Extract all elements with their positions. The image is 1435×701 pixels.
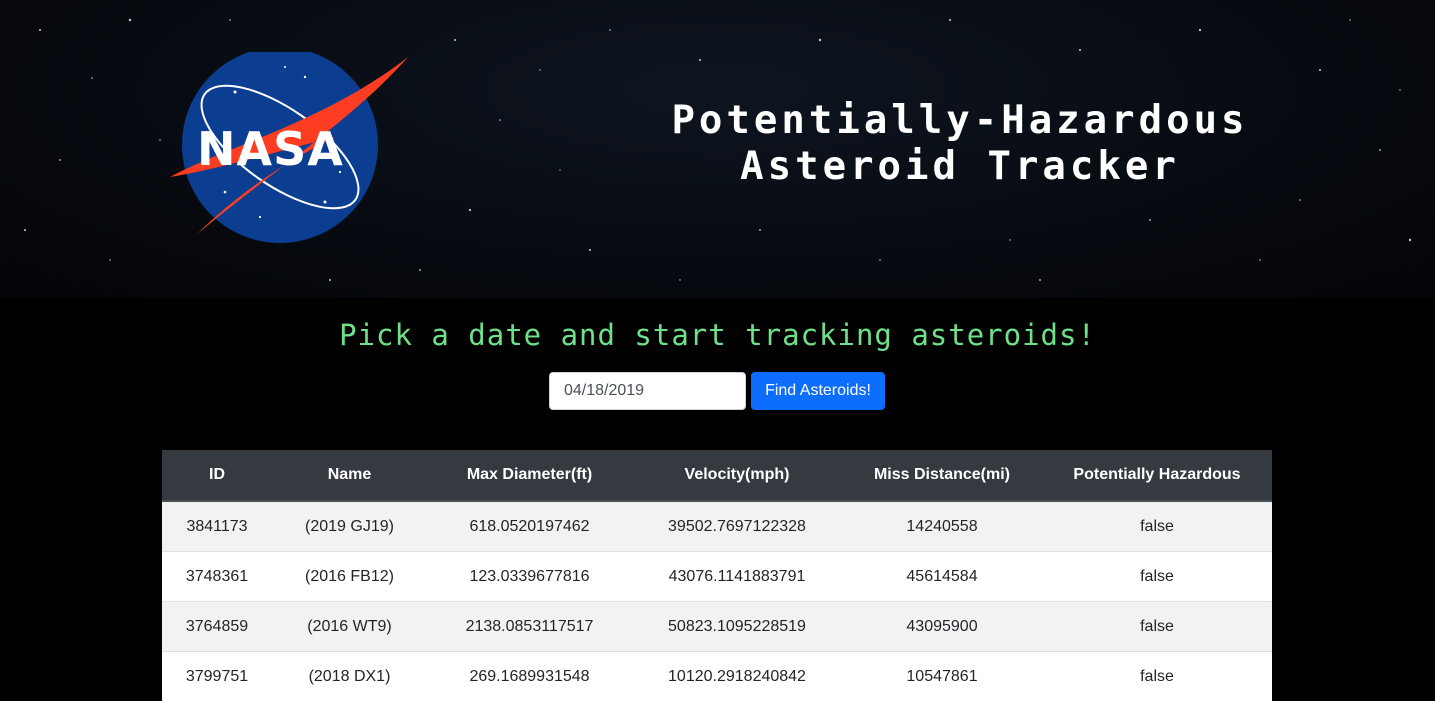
column-header-miss-distance: Miss Distance(mi) (842, 450, 1042, 501)
cell-id: 3841173 (162, 501, 272, 552)
cell-hazardous: false (1042, 652, 1272, 701)
cell-name: (2016 WT9) (272, 602, 427, 652)
cell-miss-distance: 10547861 (842, 652, 1042, 701)
cell-velocity: 43076.1141883791 (632, 552, 842, 602)
date-input[interactable] (549, 372, 746, 410)
cell-max-diameter: 618.0520197462 (427, 501, 632, 552)
cell-max-diameter: 269.1689931548 (427, 652, 632, 701)
column-header-max-diameter: Max Diameter(ft) (427, 450, 632, 501)
cell-id: 3748361 (162, 552, 272, 602)
page-title-line1: Potentially-Hazardous (560, 98, 1360, 144)
page-title: Potentially-Hazardous Asteroid Tracker (560, 98, 1360, 190)
table-row: 3841173 (2019 GJ19) 618.0520197462 39502… (162, 501, 1272, 552)
cell-name: (2018 DX1) (272, 652, 427, 701)
cell-name: (2019 GJ19) (272, 501, 427, 552)
cell-miss-distance: 43095900 (842, 602, 1042, 652)
asteroid-table-container: ID Name Max Diameter(ft) Velocity(mph) M… (162, 450, 1272, 701)
search-form: Find Asteroids! (549, 372, 885, 410)
column-header-name: Name (272, 450, 427, 501)
cell-velocity: 10120.2918240842 (632, 652, 842, 701)
cell-velocity: 39502.7697122328 (632, 501, 842, 552)
cell-hazardous: false (1042, 552, 1272, 602)
cell-velocity: 50823.1095228519 (632, 602, 842, 652)
cell-hazardous: false (1042, 501, 1272, 552)
asteroid-table: ID Name Max Diameter(ft) Velocity(mph) M… (162, 450, 1272, 701)
nasa-logo-text: NASA (197, 122, 344, 176)
cell-name: (2016 FB12) (272, 552, 427, 602)
nasa-logo: NASA (165, 52, 415, 252)
table-header-row: ID Name Max Diameter(ft) Velocity(mph) M… (162, 450, 1272, 501)
table-row: 3764859 (2016 WT9) 2138.0853117517 50823… (162, 602, 1272, 652)
cell-max-diameter: 123.0339677816 (427, 552, 632, 602)
cell-id: 3799751 (162, 652, 272, 701)
cell-hazardous: false (1042, 602, 1272, 652)
cell-id: 3764859 (162, 602, 272, 652)
hero-banner: NASA Potentially-Hazardous Asteroid Trac… (0, 0, 1435, 298)
column-header-hazardous: Potentially Hazardous (1042, 450, 1272, 501)
cell-miss-distance: 45614584 (842, 552, 1042, 602)
cell-miss-distance: 14240558 (842, 501, 1042, 552)
tagline: Pick a date and start tracking asteroids… (0, 318, 1435, 352)
page-title-line2: Asteroid Tracker (560, 144, 1360, 190)
column-header-velocity: Velocity(mph) (632, 450, 842, 501)
cell-max-diameter: 2138.0853117517 (427, 602, 632, 652)
table-row: 3748361 (2016 FB12) 123.0339677816 43076… (162, 552, 1272, 602)
find-asteroids-button[interactable]: Find Asteroids! (751, 372, 885, 410)
table-row: 3799751 (2018 DX1) 269.1689931548 10120.… (162, 652, 1272, 701)
column-header-id: ID (162, 450, 272, 501)
